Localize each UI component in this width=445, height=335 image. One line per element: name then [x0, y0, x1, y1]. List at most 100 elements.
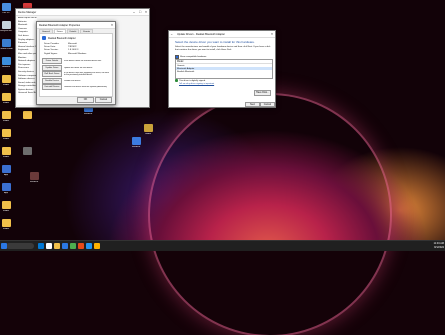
desktop-icon-label: App: [4, 192, 8, 194]
close-icon[interactable]: ×: [269, 31, 275, 37]
update-instructions: Select the manufacturer and model of you…: [175, 46, 271, 51]
desktop-icon-image: [1, 39, 11, 47]
next-button[interactable]: Next: [245, 102, 260, 107]
taskbar-app-icon[interactable]: [62, 243, 68, 249]
driver-action-description: Disable the device.: [64, 79, 81, 82]
start-button-icon[interactable]: [1, 243, 7, 249]
device-manager-title: Device Manager: [18, 10, 37, 14]
desktop-icon-label: Folder: [2, 84, 10, 86]
desktop-icon-label: Control Panel: [0, 48, 13, 50]
driver-info-label: Digital Signer:: [44, 52, 58, 55]
desktop-icon-image: [1, 129, 11, 137]
desktop-icon-image: [1, 3, 11, 11]
device-tree: Audio inputs and outputsBatteriesBluetoo…: [17, 17, 37, 105]
update-titlebar: ← Update Drivers - Realtek Bluetooth Ada…: [169, 31, 275, 38]
desktop-icon[interactable]: [17, 147, 37, 156]
desktop-icon[interactable]: Shortcut: [126, 137, 146, 149]
desktop-icon-image: [1, 201, 11, 209]
have-disk-button[interactable]: Have Disk...: [254, 90, 271, 96]
driver-action-description: Update the driver for this device.: [64, 66, 93, 69]
desktop-icon-label: Folder: [2, 138, 10, 140]
taskbar-app-icon[interactable]: [86, 243, 92, 249]
properties-panel: Realtek Bluetooth Adapter Driver Provide…: [39, 33, 113, 97]
desktop-icon-image: [22, 147, 32, 155]
desktop-icon-image: [29, 172, 39, 180]
compatible-hardware-label: Show compatible hardware: [180, 56, 207, 58]
driver-action-description: If the device fails after updating the d…: [64, 71, 110, 77]
taskbar-app-icon[interactable]: [70, 243, 76, 249]
device-tree-item[interactable]: Universal Serial Bus: [17, 92, 37, 96]
desktop-icon[interactable]: Network: [0, 57, 16, 69]
desktop-icon[interactable]: [17, 111, 37, 120]
device-name: Realtek Bluetooth Adapter: [48, 36, 76, 40]
taskbar: 11:04 AM 8/1/2022: [0, 240, 445, 251]
signed-row: This driver is digitally signed.: [175, 79, 206, 82]
desktop-icon[interactable]: Folder: [0, 93, 16, 105]
roll-back-driver-button[interactable]: Roll Back Driver: [42, 71, 62, 78]
desktop-icon-label: Recycle Bin: [0, 30, 12, 32]
desktop-icon-label: App: [4, 174, 8, 176]
desktop-icon-label: Folder: [2, 102, 10, 104]
update-heading: Select the device driver you want to ins…: [175, 40, 255, 44]
properties-titlebar: Realtek Bluetooth Adapter Properties ×: [37, 22, 115, 29]
desktop-icon[interactable]: Folder: [0, 147, 16, 159]
disable-device-button[interactable]: Disable Device: [42, 77, 62, 84]
model-list-item[interactable]: Realtek Bluetooth: [176, 70, 272, 73]
desktop-icon[interactable]: Folder: [0, 75, 16, 87]
taskbar-app-icon[interactable]: [94, 243, 100, 249]
driver-action-row: Uninstall Device Uninstall the device fro…: [42, 84, 110, 91]
desktop-icon-image: [1, 147, 11, 155]
taskbar-app-icon[interactable]: [38, 243, 44, 249]
desktop-icon-image: [1, 165, 11, 173]
cancel-button[interactable]: Cancel: [260, 102, 275, 107]
desktop-icon-image: [1, 111, 11, 119]
close-icon[interactable]: ×: [143, 9, 149, 15]
desktop-icon-image: [1, 183, 11, 191]
desktop-icon[interactable]: Shortcut: [24, 172, 44, 184]
bluetooth-icon: [42, 36, 46, 40]
desktop-icon[interactable]: Folder: [0, 129, 16, 141]
desktop-icon[interactable]: App: [0, 183, 16, 195]
desktop-icon-image: [1, 75, 11, 83]
desktop-icon-image: [131, 137, 141, 145]
desktop-icon-label: Network: [1, 66, 11, 68]
system-tray: 11:04 AM 8/1/2022: [400, 242, 444, 250]
update-drivers-dialog: ← Update Drivers - Realtek Bluetooth Ada…: [168, 30, 276, 108]
clock-date[interactable]: 8/1/2022: [400, 246, 444, 250]
desktop-icon[interactable]: App: [0, 165, 16, 177]
driver-details-button[interactable]: Driver Details: [42, 58, 62, 65]
desktop-icon[interactable]: This PC: [0, 3, 16, 15]
desktop-icon-label: Shortcut: [29, 181, 39, 183]
desktop-icon-label: This PC: [2, 12, 10, 14]
desktop-icon-label: Folder: [2, 156, 10, 158]
desktop-icon[interactable]: Folder: [0, 219, 16, 231]
desktop-icon-image: [1, 219, 11, 227]
desktop-icon-image: [22, 111, 32, 119]
driver-signing-link[interactable]: Tell me why driver signing is important: [179, 83, 214, 85]
model-list[interactable]: Model Generic Bluetooth Adapter Realtek Bl…: [175, 59, 273, 79]
cancel-button[interactable]: Cancel: [95, 97, 112, 103]
desktop-icon-image: [1, 57, 11, 65]
desktop-icon[interactable]: Folder: [0, 111, 16, 123]
update-driver-button[interactable]: Update Driver: [42, 64, 62, 71]
device-tree-item[interactable]: Mice and other pointing: [17, 53, 37, 57]
uninstall-device-button[interactable]: Uninstall Device: [42, 84, 62, 91]
desktop-icon-label: Shortcut: [131, 146, 141, 148]
wallpaper-glow-ring: [150, 95, 390, 335]
desktop-icon[interactable]: Control Panel: [0, 39, 16, 51]
desktop-icon-image: [1, 93, 11, 101]
driver-info-value: Microsoft Windows: [68, 52, 87, 55]
ok-button[interactable]: OK: [77, 97, 94, 103]
driver-properties-dialog: Realtek Bluetooth Adapter Properties × G…: [36, 21, 116, 105]
update-title: Update Drivers - Realtek Bluetooth Adapt…: [177, 32, 225, 36]
desktop-icon[interactable]: Game: [138, 124, 158, 136]
desktop-icon-image: [1, 21, 11, 29]
driver-action-description: View details about the installed driver …: [64, 60, 102, 63]
taskbar-app-icon[interactable]: [54, 243, 60, 249]
desktop-icon[interactable]: Recycle Bin: [0, 21, 16, 33]
search-box[interactable]: [6, 243, 34, 249]
desktop-icon[interactable]: Folder: [0, 201, 16, 213]
taskbar-app-icon[interactable]: [78, 243, 84, 249]
taskbar-app-icon[interactable]: [46, 243, 52, 249]
close-icon[interactable]: ×: [109, 22, 115, 28]
